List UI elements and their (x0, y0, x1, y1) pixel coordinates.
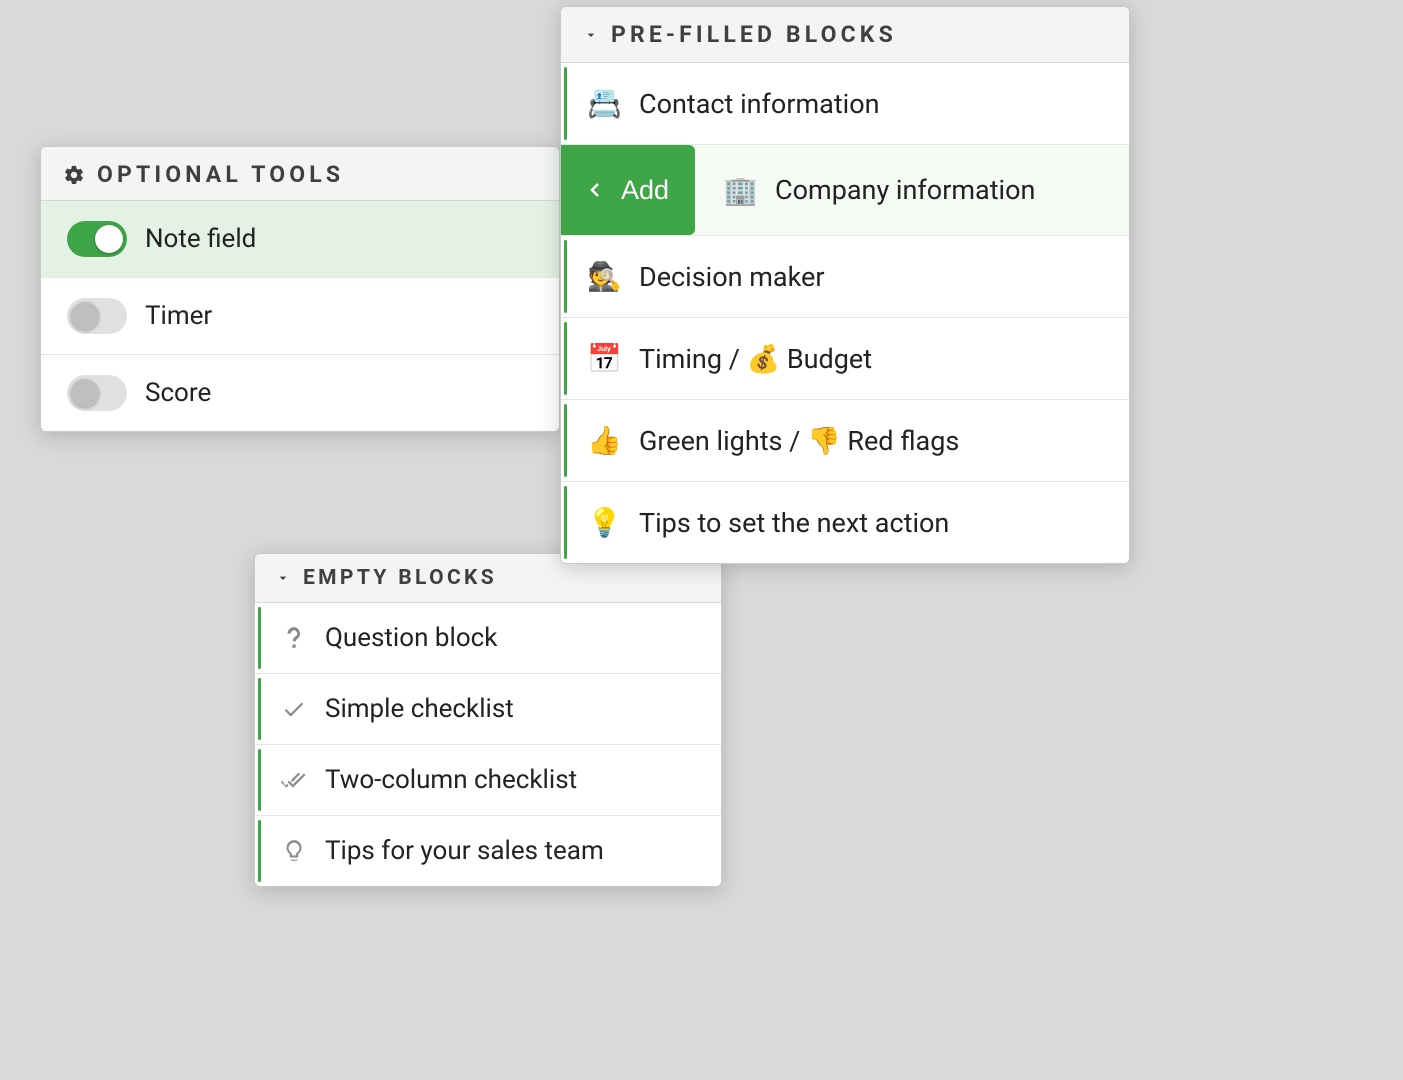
empty-block-tips[interactable]: Tips for your sales team (255, 816, 721, 886)
detective-icon: 🕵️ (587, 260, 621, 293)
optional-tool-label: Note field (145, 224, 256, 254)
empty-block-label: Tips for your sales team (325, 836, 604, 866)
optional-tools-panel: OPTIONAL TOOLS Note field Timer Score (40, 146, 560, 432)
empty-blocks-title: EMPTY BLOCKS (303, 566, 497, 590)
empty-block-label: Question block (325, 623, 497, 653)
pre-filled-block-label: Contact information (639, 88, 880, 120)
add-button-label: Add (621, 175, 669, 206)
empty-block-question[interactable]: Question block (255, 603, 721, 674)
optional-tool-row-score[interactable]: Score (41, 355, 559, 431)
pre-filled-block-tips[interactable]: 💡 Tips to set the next action (561, 482, 1129, 563)
bulb-icon (279, 838, 309, 864)
bulb-icon: 💡 (587, 506, 621, 539)
toggle-score[interactable] (67, 375, 127, 411)
pre-filled-block-label: Tips to set the next action (639, 507, 949, 539)
pre-filled-block-contact[interactable]: 📇 Contact information (561, 63, 1129, 145)
add-button[interactable]: Add (561, 145, 695, 235)
pre-filled-blocks-title: PRE-FILLED BLOCKS (611, 21, 897, 48)
calendar-icon: 📅 (587, 342, 621, 375)
caret-down-icon (583, 27, 599, 43)
optional-tool-label: Timer (145, 301, 212, 331)
optional-tool-row-timer[interactable]: Timer (41, 278, 559, 355)
pre-filled-block-company[interactable]: Add 🏢 Company information (561, 145, 1129, 236)
pre-filled-blocks-header[interactable]: PRE-FILLED BLOCKS (561, 7, 1129, 63)
card-index-icon: 📇 (587, 87, 621, 120)
optional-tool-row-note-field[interactable]: Note field (41, 201, 559, 278)
toggle-note-field[interactable] (67, 221, 127, 257)
empty-block-two-column-checklist[interactable]: Two-column checklist (255, 745, 721, 816)
thumbs-up-icon: 👍 (587, 424, 621, 457)
double-check-icon (279, 767, 309, 793)
pre-filled-block-decision-maker[interactable]: 🕵️ Decision maker (561, 236, 1129, 318)
optional-tool-label: Score (145, 378, 211, 408)
arrow-left-icon (583, 178, 607, 202)
pre-filled-blocks-panel: PRE-FILLED BLOCKS 📇 Contact information … (560, 6, 1130, 564)
empty-blocks-panel: EMPTY BLOCKS Question block Simple check… (254, 553, 722, 887)
empty-block-label: Two-column checklist (325, 765, 577, 795)
optional-tools-header: OPTIONAL TOOLS (41, 147, 559, 201)
question-icon (279, 625, 309, 651)
pre-filled-block-timing-budget[interactable]: 📅 Timing / 💰 Budget (561, 318, 1129, 400)
optional-tools-title: OPTIONAL TOOLS (97, 161, 344, 188)
pre-filled-block-label: Decision maker (639, 261, 825, 293)
caret-down-icon (275, 570, 291, 586)
pre-filled-block-label: Company information (775, 174, 1035, 206)
check-icon (279, 696, 309, 722)
empty-block-simple-checklist[interactable]: Simple checklist (255, 674, 721, 745)
office-building-icon: 🏢 (723, 174, 757, 207)
pre-filled-block-green-lights[interactable]: 👍 Green lights / 👎 Red flags (561, 400, 1129, 482)
pre-filled-block-label: Timing / 💰 Budget (639, 343, 872, 375)
toggle-timer[interactable] (67, 298, 127, 334)
pre-filled-block-label: Green lights / 👎 Red flags (639, 425, 959, 457)
gear-icon (63, 164, 85, 186)
empty-block-label: Simple checklist (325, 694, 514, 724)
